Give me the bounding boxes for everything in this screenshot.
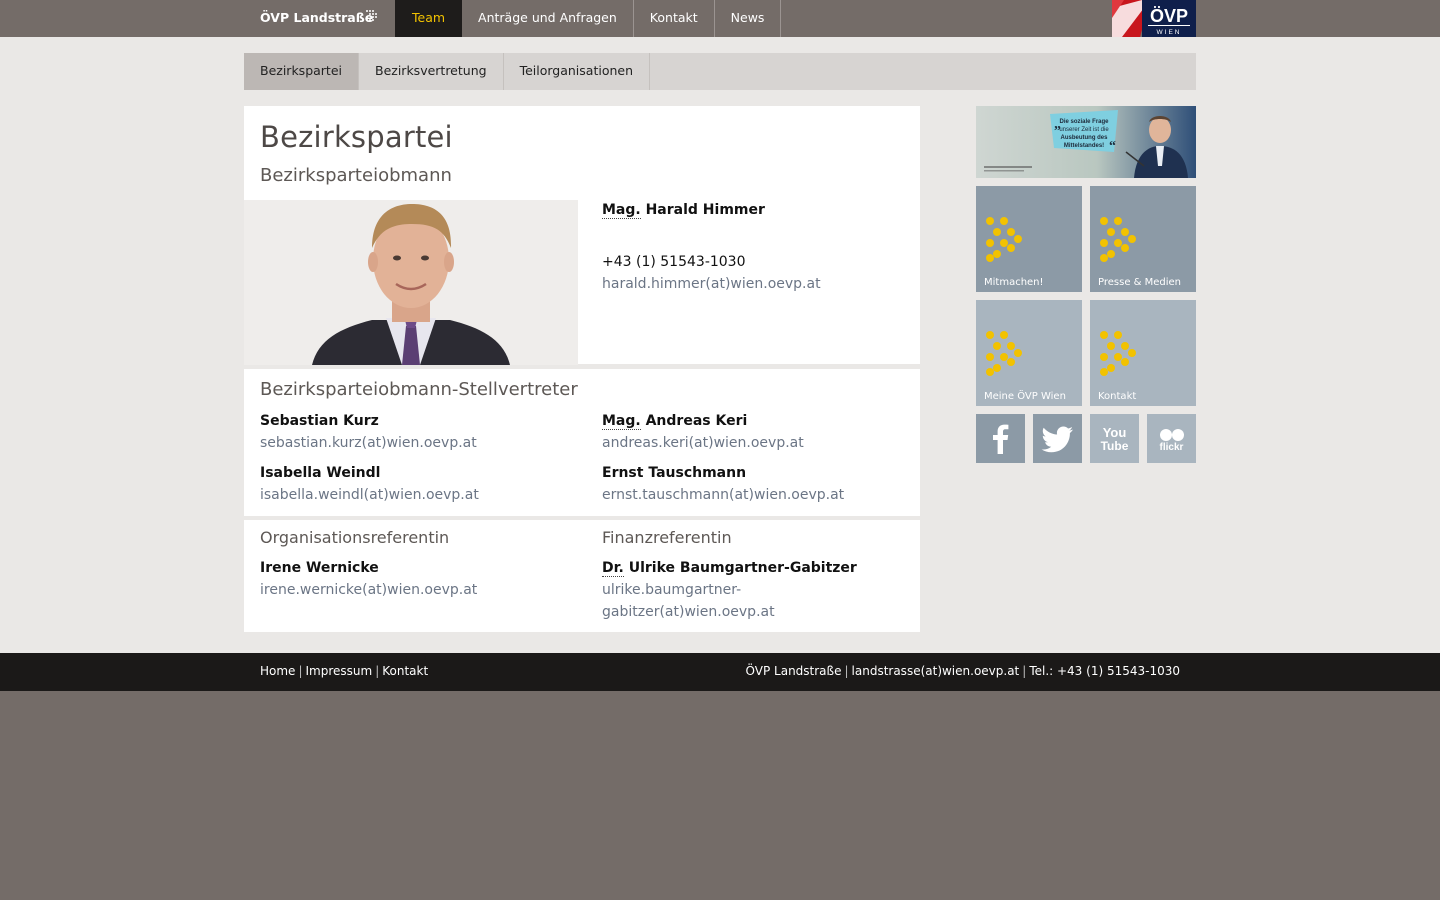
deputy-person-name: Isabella Weindl — [260, 465, 381, 481]
deputy-email-link[interactable]: sebastian.kurz(at)wien.oevp.at — [260, 435, 477, 451]
tile-meine-oevp[interactable]: Meine ÖVP Wien — [976, 300, 1082, 406]
footer-link-kontakt[interactable]: Kontakt — [382, 664, 428, 678]
finance-email-link[interactable]: ulrike.baumgartner- — [602, 582, 741, 598]
tile-label: Presse & Medien — [1098, 277, 1182, 288]
subnav-teilorganisationen[interactable]: Teilorganisationen — [504, 53, 650, 90]
brand-link[interactable]: ÖVP Landstraße — [260, 0, 373, 37]
nav-antraege[interactable]: Anträge und Anfragen — [462, 0, 634, 37]
deputy-person-name: Sebastian Kurz — [260, 413, 379, 429]
footer-org: ÖVP Landstraße — [745, 664, 842, 678]
org-name: Irene Wernicke — [260, 560, 379, 576]
facebook-button[interactable] — [976, 414, 1025, 463]
tile-label: Mitmachen! — [984, 277, 1044, 288]
svg-text:„: „ — [1054, 117, 1061, 132]
oevp-logo[interactable]: ÖVP WIEN — [1112, 0, 1196, 37]
banner-quote-line: unserer Zeit ist die — [1059, 127, 1109, 133]
deputies-panel: Bezirksparteiobmann-Stellvertreter Sebas… — [244, 369, 920, 516]
sub-nav: Bezirkspartei Bezirksvertretung Teilorga… — [244, 53, 1196, 90]
deputy-name: Ernst Tauschmann — [602, 465, 746, 481]
flickr-button[interactable]: flickr — [1147, 414, 1196, 463]
tile-label: Kontakt — [1098, 391, 1137, 402]
chair-photo — [244, 200, 578, 365]
dots-arrow-icon — [366, 10, 377, 21]
chair-panel: Bezirkspartei Bezirksparteiobmann Mag. H… — [244, 106, 920, 365]
tile-label: Meine ÖVP Wien — [984, 391, 1066, 402]
dots-arrow-icon — [1100, 217, 1136, 262]
footer-tel: Tel.: +43 (1) 51543-1030 — [1029, 664, 1180, 678]
nav-team[interactable]: Team — [395, 0, 463, 43]
deputy-person-name: Ernst Tauschmann — [602, 465, 747, 481]
chair-email-link[interactable]: harald.himmer(at)wien.oevp.at — [602, 276, 821, 292]
footer: Home | Impressum | Kontakt ÖVP Landstraße | la… — [0, 653, 1440, 691]
dots-arrow-icon — [1100, 331, 1136, 376]
dots-arrow-icon — [986, 331, 1022, 376]
deputies-section-title: Bezirksparteiobmann-Stellvertreter — [260, 379, 578, 400]
nav-kontakt[interactable]: Kontakt — [634, 0, 715, 37]
chair-section-title: Bezirksparteiobmann — [260, 165, 452, 186]
subnav-bezirkspartei[interactable]: Bezirkspartei — [244, 53, 359, 90]
org-email-link[interactable]: irene.wernicke(at)wien.oevp.at — [260, 582, 477, 598]
banner-quote-line: Ausbeutung des — [1060, 135, 1108, 141]
youtube-text: Tube — [1101, 439, 1129, 453]
banner-image: Die soziale Frage unserer Zeit ist die A… — [976, 106, 1196, 178]
chair-person-name: Harald Himmer — [645, 202, 765, 218]
tile-kontakt[interactable]: Kontakt — [1090, 300, 1196, 406]
footer-link-home[interactable]: Home — [260, 664, 295, 678]
main-nav: Team Anträge und Anfragen Kontakt News — [395, 0, 782, 43]
deputy-person-name: Andreas Keri — [645, 413, 748, 429]
footer-email-link[interactable]: landstrasse(at)wien.oevp.at — [852, 664, 1020, 678]
deputy-title-abbr: Mag. — [602, 413, 641, 430]
banner-quote-line: Die soziale Frage — [1059, 119, 1109, 125]
referents-panel: Organisationsreferentin Irene Wernicke i… — [244, 520, 920, 632]
footer-contact: ÖVP Landstraße | landstrasse(at)wien.oevp.… — [745, 664, 1180, 678]
twitter-button[interactable] — [1033, 414, 1082, 463]
twitter-icon — [1041, 426, 1073, 453]
deputy-email-link[interactable]: andreas.keri(at)wien.oevp.at — [602, 435, 804, 451]
chair-phone: +43 (1) 51543-1030 — [602, 254, 746, 270]
finance-person-name: Ulrike Baumgartner-Gabitzer — [628, 560, 857, 576]
youtube-text: You — [1103, 425, 1127, 440]
flickr-icon: flickr — [1160, 429, 1184, 453]
deputy-email-link[interactable]: isabella.weindl(at)wien.oevp.at — [260, 487, 479, 503]
finance-title-abbr: Dr. — [602, 560, 624, 577]
top-bar: ÖVP Landstraße Team Anträge und Anfragen… — [0, 0, 1440, 43]
campaign-banner[interactable]: Die soziale Frage unserer Zeit ist die A… — [976, 106, 1196, 178]
subnav-bezirksvertretung[interactable]: Bezirksvertretung — [359, 53, 504, 90]
chair-name: Mag. Harald Himmer — [602, 202, 765, 219]
org-section-title: Organisationsreferentin — [260, 528, 450, 547]
portrait-image — [244, 200, 578, 365]
deputy-name: Sebastian Kurz — [260, 413, 379, 429]
footer-links: Home | Impressum | Kontakt — [260, 664, 429, 678]
youtube-icon: You Tube — [1101, 425, 1129, 453]
flickr-text: flickr — [1160, 442, 1184, 453]
deputy-email-link[interactable]: ernst.tauschmann(at)wien.oevp.at — [602, 487, 844, 503]
finance-email-link[interactable]: gabitzer(at)wien.oevp.at — [602, 604, 775, 620]
chair-title-abbr: Mag. — [602, 202, 641, 219]
facebook-icon — [993, 424, 1009, 454]
dots-arrow-icon — [986, 217, 1022, 262]
finance-section-title: Finanzreferentin — [602, 528, 732, 547]
logo-subtext: WIEN — [1157, 29, 1182, 36]
deputy-name: Mag. Andreas Keri — [602, 413, 748, 430]
finance-name: Dr. Ulrike Baumgartner-Gabitzer — [602, 560, 857, 577]
banner-quote-line: Mittelstandes! — [1064, 143, 1104, 149]
nav-news[interactable]: News — [715, 0, 782, 37]
tile-mitmachen[interactable]: Mitmachen! — [976, 186, 1082, 292]
youtube-button[interactable]: You Tube — [1090, 414, 1139, 463]
logo-text: ÖVP — [1150, 6, 1188, 26]
deputy-name: Isabella Weindl — [260, 465, 380, 481]
tile-presse-medien[interactable]: Presse & Medien — [1090, 186, 1196, 292]
page-title: Bezirkspartei — [260, 120, 453, 154]
svg-text:“: “ — [1109, 139, 1116, 154]
footer-link-impressum[interactable]: Impressum — [305, 664, 372, 678]
